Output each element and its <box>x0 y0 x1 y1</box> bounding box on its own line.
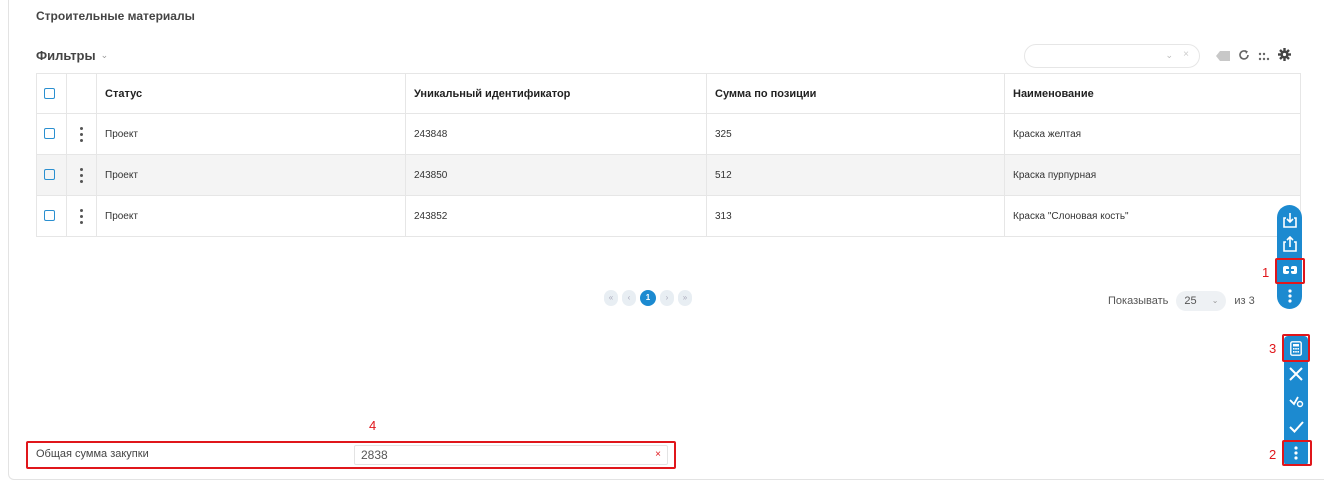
content-panel <box>8 0 1324 480</box>
column-header-name[interactable]: Наименование <box>1004 73 1301 114</box>
materials-table: Статус Уникальный идентификатор Сумма по… <box>36 73 1301 237</box>
row-menu-cell <box>66 154 97 196</box>
cell-name: Краска желтая <box>1004 113 1301 155</box>
annotation-number-4: 4 <box>369 418 377 433</box>
cell-id: 243850 <box>405 154 707 196</box>
chevron-down-icon: ⌄ <box>1211 296 1219 305</box>
row-checkbox[interactable] <box>44 169 55 181</box>
chevron-down-icon: ⌄ <box>1165 50 1173 60</box>
row-menu-cell <box>66 113 97 155</box>
highlight-box-2 <box>1282 440 1312 466</box>
uncheck-icon[interactable] <box>1284 391 1308 411</box>
last-page-button[interactable]: » <box>678 290 692 306</box>
cell-status: Проект <box>96 195 406 237</box>
table-header: Статус Уникальный идентификатор Сумма по… <box>36 73 1301 114</box>
select-all-checkbox[interactable] <box>44 88 55 100</box>
row-checkbox-cell <box>36 154 67 196</box>
cell-id: 243852 <box>405 195 707 237</box>
page-size-select[interactable]: 25 ⌄ <box>1176 291 1227 311</box>
check-icon[interactable] <box>1284 417 1308 437</box>
gear-icon[interactable] <box>1278 48 1291 66</box>
pagination: « ‹ 1 › » <box>604 290 692 306</box>
cell-sum: 313 <box>706 195 1005 237</box>
current-page-button[interactable]: 1 <box>640 290 656 306</box>
page-title: Строительные материалы <box>36 9 195 23</box>
page-size-value: 25 <box>1184 295 1197 307</box>
column-header-sum[interactable]: Сумма по позиции <box>706 73 1005 114</box>
cell-id: 243848 <box>405 113 707 155</box>
row-checkbox-cell <box>36 195 67 237</box>
floating-actions-top <box>1277 205 1302 309</box>
column-header-status[interactable]: Статус <box>96 73 406 114</box>
annotation-number-2: 2 <box>1269 447 1277 462</box>
refresh-icon[interactable] <box>1238 48 1250 66</box>
cell-status: Проект <box>96 154 406 196</box>
cell-name: Краска пурпурная <box>1004 154 1301 196</box>
grid-toolbar <box>1216 48 1291 66</box>
eraser-icon[interactable] <box>1216 48 1230 66</box>
export-icon[interactable] <box>1277 234 1302 254</box>
cell-status: Проект <box>96 113 406 155</box>
page-size-label: Показывать <box>1108 295 1169 307</box>
clear-icon[interactable]: × <box>1183 49 1189 60</box>
cell-name: Краска "Слоновая кость" <box>1004 195 1301 237</box>
table-row[interactable]: Проект 243848 325 Краска желтая <box>36 113 1301 155</box>
cell-sum: 325 <box>706 113 1005 155</box>
row-checkbox[interactable] <box>44 210 55 222</box>
row-checkbox-cell <box>36 113 67 155</box>
cell-sum: 512 <box>706 154 1005 196</box>
more-icon[interactable] <box>1277 287 1302 305</box>
total-pages-label: из 3 <box>1234 295 1255 307</box>
filters-toggle[interactable]: Фильтры ⌄ <box>36 48 108 63</box>
next-page-button[interactable]: › <box>660 290 674 306</box>
highlight-box-4 <box>26 441 676 469</box>
actions-header <box>66 73 97 114</box>
table-row[interactable]: Проект 243852 313 Краска "Слоновая кость… <box>36 195 1301 237</box>
row-menu-icon[interactable] <box>80 167 83 183</box>
page-size-control: Показывать 25 ⌄ из 3 <box>1108 291 1255 311</box>
column-header-id[interactable]: Уникальный идентификатор <box>405 73 707 114</box>
chevron-down-icon: ⌄ <box>100 50 109 60</box>
row-menu-icon[interactable] <box>80 126 83 142</box>
highlight-box-1 <box>1275 258 1305 284</box>
row-menu-icon[interactable] <box>80 208 83 224</box>
row-checkbox[interactable] <box>44 128 55 140</box>
columns-icon[interactable] <box>1258 48 1270 66</box>
highlight-box-3 <box>1282 334 1310 362</box>
first-page-button[interactable]: « <box>604 290 618 306</box>
view-select[interactable]: ⌄ × <box>1024 44 1200 68</box>
select-all-cell <box>36 73 67 114</box>
row-menu-cell <box>66 195 97 237</box>
prev-page-button[interactable]: ‹ <box>622 290 636 306</box>
import-icon[interactable] <box>1277 210 1302 230</box>
annotation-number-3: 3 <box>1269 341 1277 356</box>
close-icon[interactable] <box>1284 364 1308 384</box>
table-row[interactable]: Проект 243850 512 Краска пурпурная <box>36 154 1301 196</box>
filters-label: Фильтры <box>36 48 96 63</box>
annotation-number-1: 1 <box>1262 265 1270 280</box>
